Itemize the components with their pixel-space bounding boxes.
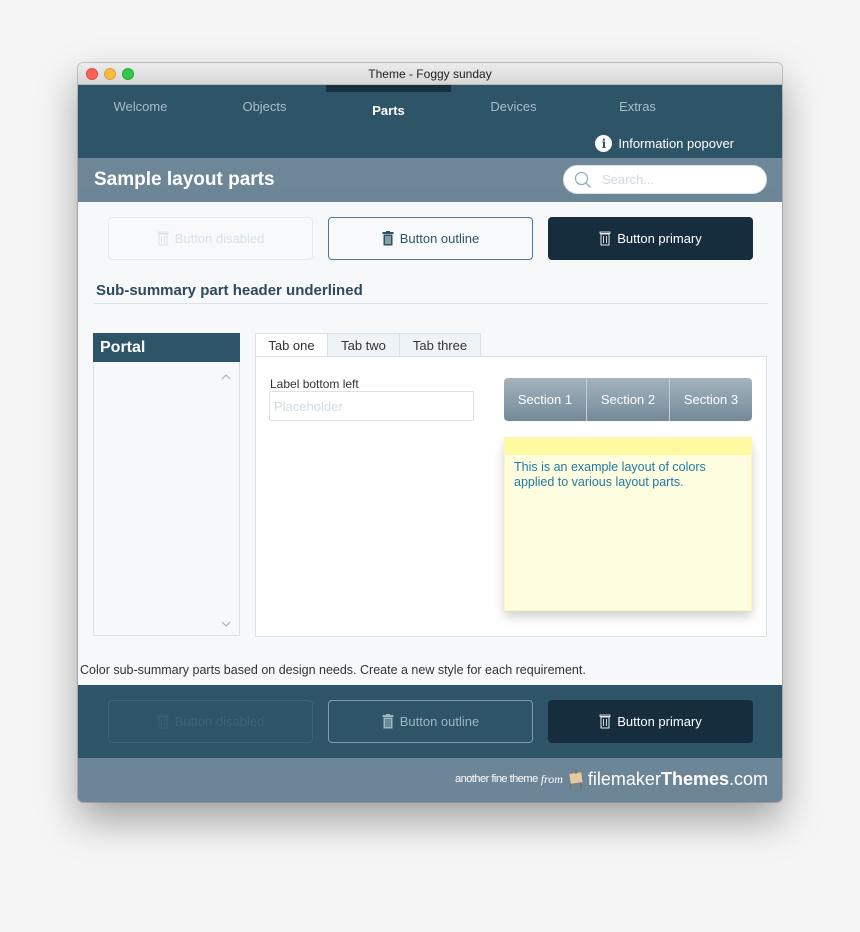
button-outline-dark[interactable]: Button outline — [328, 700, 533, 743]
search-icon — [574, 171, 592, 189]
field-label: Label bottom left — [270, 377, 359, 391]
trash-icon — [599, 714, 611, 729]
button-outline-label: Button outline — [399, 231, 480, 246]
trash-icon — [382, 231, 394, 246]
segment-section-2[interactable]: Section 2 — [587, 378, 670, 421]
portal-title: Portal — [93, 333, 240, 362]
easel-logo-icon — [569, 769, 583, 790]
trash-icon — [157, 231, 169, 246]
button-disabled-dark[interactable]: Button disabled — [108, 700, 313, 743]
nav-item-welcome[interactable]: Welcome — [78, 99, 203, 114]
nav-item-extras[interactable]: Extras — [575, 99, 700, 114]
portal[interactable]: Portal — [93, 333, 240, 636]
button-primary-label: Button primary — [617, 714, 702, 729]
brand-light: filemaker — [587, 768, 661, 789]
button-primary-dark[interactable]: Button primary — [548, 700, 753, 743]
tab-one[interactable]: Tab one — [255, 333, 328, 357]
caption-text: Color sub-summary parts based on design … — [80, 663, 586, 677]
segmented-control: Section 1 Section 2 Section 3 — [504, 378, 752, 421]
segment-section-1[interactable]: Section 1 — [504, 378, 587, 421]
button-outline-label: Button outline — [399, 714, 480, 729]
button-disabled-label: Button disabled — [174, 231, 265, 246]
button-primary-label: Button primary — [617, 231, 702, 246]
sticky-note: This is an example layout of colors appl… — [504, 437, 752, 611]
window-title: Theme - Foggy sunday — [368, 67, 492, 81]
page-title: Sample layout parts — [94, 169, 275, 190]
footer-credit[interactable]: another fine theme from filemakerThemes.… — [455, 768, 768, 790]
search-box[interactable] — [563, 165, 767, 194]
dark-subsummary-band: Button disabled Button outline Button pr… — [78, 685, 782, 758]
information-popover-button[interactable]: i Information popover — [595, 135, 734, 152]
chevron-up-icon[interactable] — [221, 372, 231, 382]
button-disabled[interactable]: Button disabled — [108, 217, 313, 260]
button-primary[interactable]: Button primary — [548, 217, 753, 260]
search-input[interactable] — [600, 171, 744, 188]
tab-two[interactable]: Tab two — [327, 333, 400, 356]
info-icon: i — [595, 135, 613, 152]
tab-panel: Label bottom left Section 1 Section 2 Se… — [255, 356, 767, 637]
brand-bold: Themes — [660, 768, 729, 789]
chevron-down-icon[interactable] — [221, 619, 231, 629]
credit-from: from — [540, 771, 563, 786]
segment-section-3[interactable]: Section 3 — [670, 378, 752, 421]
title-bar: Theme - Foggy sunday — [78, 63, 782, 85]
subsummary-header: Sub-summary part header underlined — [96, 282, 363, 299]
footer: another fine theme from filemakerThemes.… — [78, 758, 782, 802]
nav-item-objects[interactable]: Objects — [202, 99, 327, 114]
note-text: This is an example layout of colors appl… — [514, 460, 706, 489]
trash-icon — [599, 231, 611, 246]
nav-item-devices[interactable]: Devices — [451, 99, 576, 114]
information-popover-label: Information popover — [618, 136, 734, 151]
bottom-button-row: Button disabled Button outline Button pr… — [78, 700, 782, 744]
credit-prefix: another fine theme — [454, 773, 538, 785]
button-outline[interactable]: Button outline — [328, 217, 533, 260]
nav-item-parts[interactable]: Parts — [326, 103, 451, 118]
button-disabled-label: Button disabled — [174, 714, 265, 729]
trash-icon — [382, 714, 394, 729]
text-field[interactable] — [269, 391, 474, 421]
layout-header: Sample layout parts — [78, 158, 782, 202]
top-button-row: Button disabled Button outline Button pr… — [78, 217, 782, 261]
tab-three[interactable]: Tab three — [399, 333, 481, 356]
top-nav: Welcome Objects Parts Devices Extras i I… — [78, 85, 782, 158]
note-header — [505, 438, 751, 455]
nav-active-indicator — [326, 85, 451, 92]
trash-icon — [157, 714, 169, 729]
subsummary-underline — [94, 303, 768, 304]
app-window: Theme - Foggy sunday Welcome Objects Par… — [78, 63, 782, 802]
brand-suffix: .com — [728, 768, 768, 789]
credit-brand: filemakerThemes.com — [588, 769, 768, 790]
